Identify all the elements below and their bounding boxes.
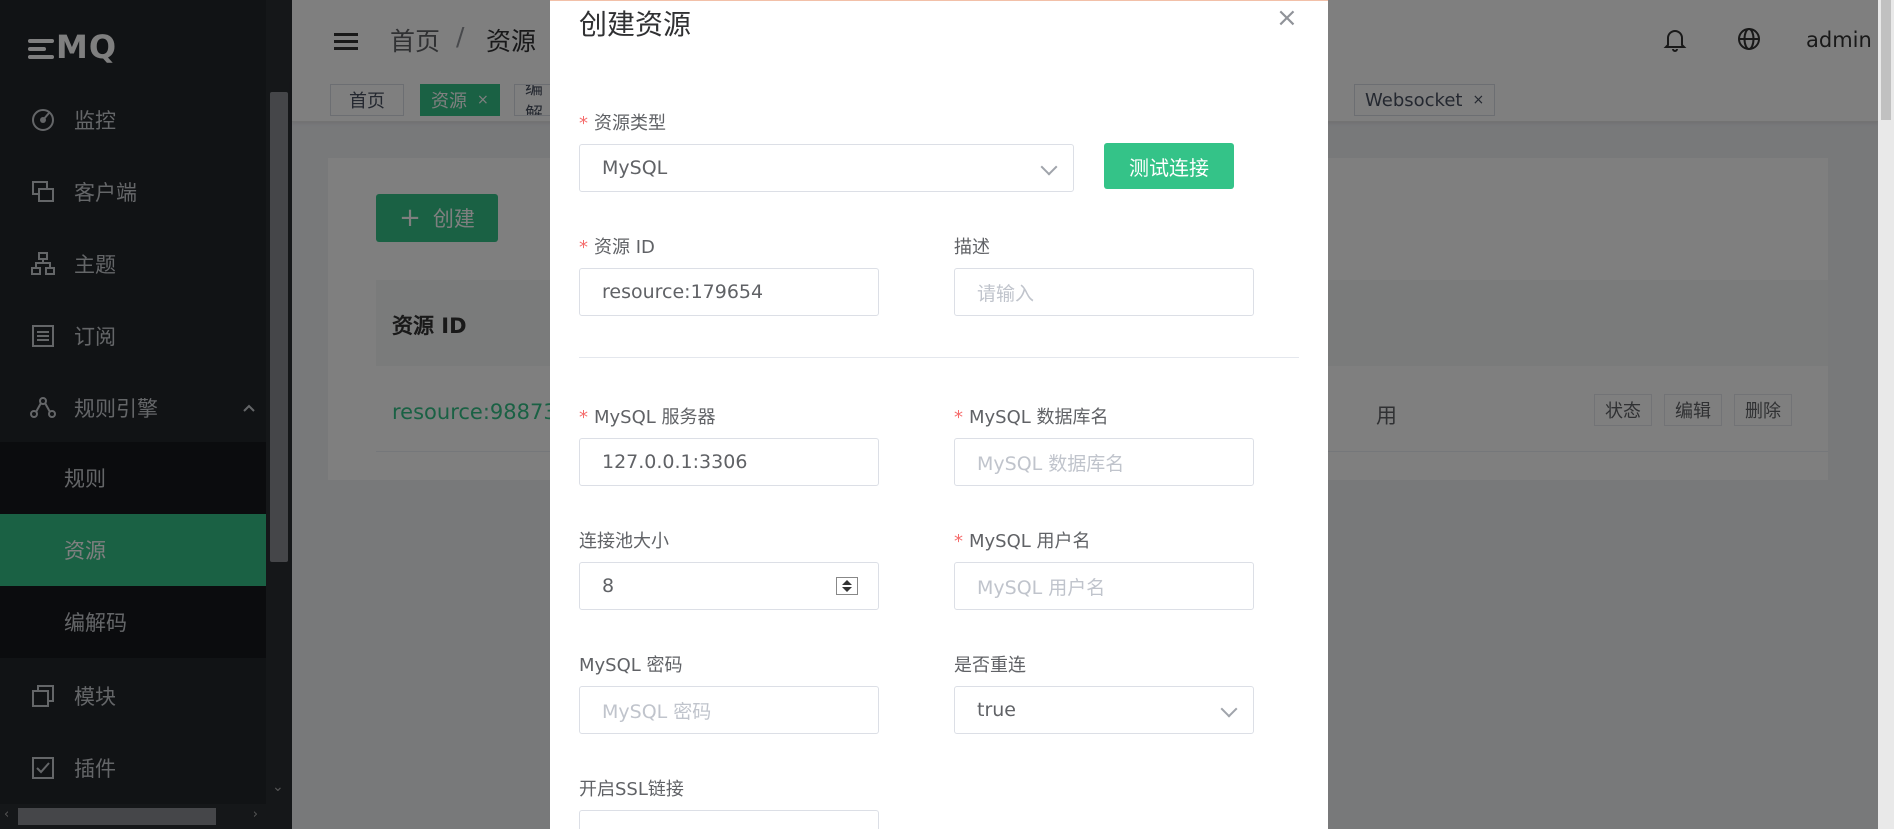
pool-size-label: 连接池大小 <box>579 531 669 552</box>
mysql-password-input[interactable]: MySQL 密码 <box>579 686 879 734</box>
section-divider <box>579 357 1299 358</box>
mysql-user-input[interactable]: MySQL 用户名 <box>954 562 1254 610</box>
resource-id-label: * 资源 ID <box>579 237 655 258</box>
scrollbar-thumb[interactable] <box>1881 0 1891 120</box>
enable-ssl-select[interactable] <box>579 810 879 829</box>
chevron-down-icon <box>1220 700 1238 718</box>
mysql-password-label: MySQL 密码 <box>579 655 683 676</box>
auto-reconnect-label: 是否重连 <box>954 655 1026 676</box>
auto-reconnect-select[interactable]: true <box>954 686 1254 734</box>
test-connection-button[interactable]: 测试连接 <box>1104 143 1234 189</box>
mysql-server-input[interactable]: 127.0.0.1:3306 <box>579 438 879 486</box>
mysql-server-label: * MySQL 服务器 <box>579 407 716 428</box>
close-icon[interactable]: × <box>1276 3 1298 33</box>
resource-type-select[interactable]: MySQL <box>579 144 1074 192</box>
create-resource-dialog: 创建资源 × * 资源类型 MySQL 测试连接 * 资源 ID resource:… <box>550 0 1328 829</box>
description-input[interactable]: 请输入 <box>954 268 1254 316</box>
chevron-down-icon <box>1040 158 1058 176</box>
page-scrollbar[interactable] <box>1878 0 1894 829</box>
number-stepper-icon[interactable] <box>836 577 858 595</box>
resource-type-label: * 资源类型 <box>579 113 666 134</box>
mysql-database-label: * MySQL 数据库名 <box>954 407 1109 428</box>
dialog-title: 创建资源 <box>579 8 692 41</box>
description-label: 描述 <box>954 237 990 258</box>
mysql-user-label: * MySQL 用户名 <box>954 531 1091 552</box>
mysql-database-input[interactable]: MySQL 数据库名 <box>954 438 1254 486</box>
pool-size-input[interactable]: 8 <box>579 562 879 610</box>
enable-ssl-label: 开启SSL链接 <box>579 779 684 800</box>
resource-id-input[interactable]: resource:179654 <box>579 268 879 316</box>
